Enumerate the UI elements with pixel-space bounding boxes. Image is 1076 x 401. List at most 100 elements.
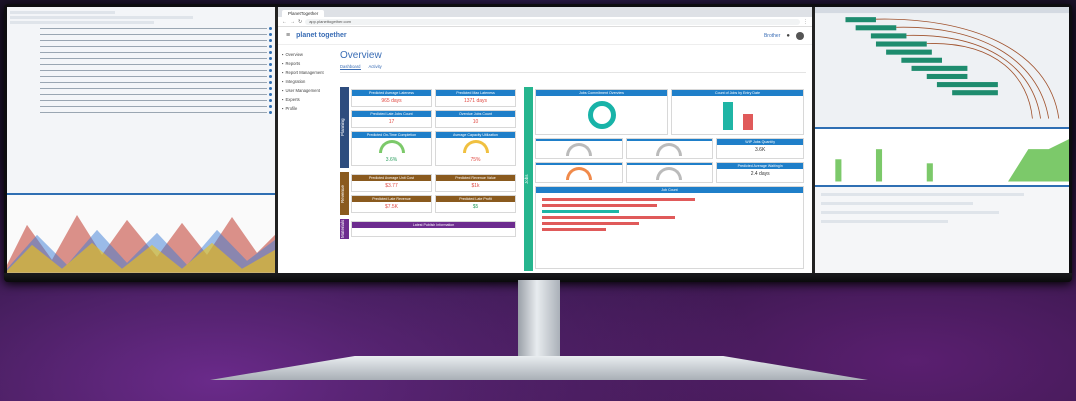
slider[interactable] [40, 105, 272, 108]
user-name[interactable]: Brother [764, 33, 780, 39]
slider[interactable] [40, 75, 272, 78]
url-input[interactable]: app.planettogether.com [305, 18, 800, 25]
slider-settings-panel [7, 7, 275, 194]
jobs-group: Jobs Jobs Commitment Overview Count of J… [524, 87, 806, 271]
page-title: Overview [340, 50, 382, 61]
sidebar-item-experts[interactable]: ▪ Experts [282, 97, 330, 102]
bar [542, 198, 695, 201]
resource-detail-panel [815, 185, 1069, 273]
browser-tab-bar: PlanetTogether [278, 7, 812, 17]
revenue-group: Revenue Predicted Average Unit Cost $3.77… [340, 172, 518, 215]
planning-band: Planning [340, 87, 349, 168]
slider[interactable] [40, 69, 272, 72]
slider[interactable] [40, 57, 272, 60]
right-window-gantt [815, 7, 1069, 273]
slider[interactable] [40, 27, 272, 30]
sidebar-item-profile[interactable]: ▪ Profile [282, 106, 330, 111]
tab-activity[interactable]: Activity [369, 64, 382, 70]
dashboard-main: Overview Dashboard Activity Planning Pre… [334, 45, 812, 273]
kpi-card[interactable]: Predicted Late Jobs Count 17 [351, 110, 432, 128]
bar [542, 222, 639, 225]
dashboard-grid: Planning Predicted Average Lateness 965 d… [340, 87, 806, 271]
bar [542, 210, 619, 213]
browser-window: PlanetTogether ← → ↻ app.planettogether.… [278, 7, 812, 273]
job-count-card[interactable]: Job Count [535, 186, 804, 269]
kpi-card[interactable]: Predicted Average Lateness 965 days [351, 89, 432, 107]
address-bar: ← → ↻ app.planettogether.com ⋮ [278, 17, 812, 27]
publish-info-card[interactable]: Latest Publish Information [351, 221, 516, 237]
left-kpi-column: Planning Predicted Average Lateness 965 d… [340, 87, 518, 271]
browser-tab[interactable]: PlanetTogether [282, 10, 325, 17]
gauge [378, 140, 405, 153]
bell-icon[interactable]: ● [786, 33, 790, 39]
gauge [565, 143, 592, 156]
jobs-overview-card[interactable]: Jobs Commitment Overview [535, 89, 668, 135]
folder-icon: ▪ [282, 70, 284, 75]
reload-icon[interactable]: ↻ [298, 19, 302, 25]
materials-group: Materials Latest Publish Information [340, 219, 518, 239]
slider[interactable] [40, 111, 272, 114]
monitor-stand-neck [518, 280, 560, 362]
kpi-card[interactable]: Predicted Max Lateness 1371 days [435, 89, 516, 107]
kpi-card[interactable] [535, 162, 623, 183]
slider[interactable] [40, 63, 272, 66]
right-kpi-column: Jobs Jobs Commitment Overview Count of J… [524, 87, 806, 271]
profile-icon: ▪ [282, 106, 284, 111]
planning-group: Planning Predicted Average Lateness 965 d… [340, 87, 518, 168]
kpi-card[interactable]: Predicted On-Time Completion 3.6% [351, 131, 432, 166]
slider[interactable] [40, 93, 272, 96]
kpi-card[interactable]: WIP Jobs Quantity 3.6K [716, 138, 804, 159]
slider[interactable] [40, 39, 272, 42]
home-icon: ▪ [282, 52, 284, 57]
bar [542, 204, 657, 207]
materials-band: Materials [340, 219, 349, 239]
kpi-card[interactable] [625, 162, 714, 183]
users-icon: ▪ [282, 88, 284, 93]
kpi-card[interactable] [625, 138, 714, 159]
sidebar: ▪ Overview ▪ Reports ▪ Report Management ▪ I… [278, 45, 334, 273]
monitor-screen: PlanetTogether ← → ↻ app.planettogether.… [7, 7, 1069, 273]
sidebar-item-overview[interactable]: ▪ Overview [282, 52, 330, 57]
sidebar-item-report-management[interactable]: ▪ Report Management [282, 70, 330, 75]
gauge [565, 167, 592, 180]
hamburger-icon[interactable]: ≡ [286, 32, 290, 39]
avatar[interactable] [796, 31, 804, 40]
slider[interactable] [40, 81, 272, 84]
kpi-card[interactable]: Predicted Average Unit Cost $3.77 [351, 174, 432, 192]
app-logo: planet together [296, 32, 347, 39]
slider[interactable] [40, 45, 272, 48]
jobs-band: Jobs [524, 87, 533, 271]
kpi-card[interactable]: Predicted Late Revenue $7.5K [351, 195, 432, 213]
kpi-card[interactable]: Predicted Revenue Value $1k [435, 174, 516, 192]
revenue-band: Revenue [340, 172, 349, 215]
capacity-area-chart [7, 193, 275, 273]
gauge [462, 140, 489, 153]
experts-icon: ▪ [282, 97, 284, 102]
tab-dashboard[interactable]: Dashboard [340, 64, 361, 70]
kpi-card[interactable]: Predicted Late Profit $5 [435, 195, 516, 213]
integration-icon: ▪ [282, 79, 284, 84]
bar [542, 228, 606, 231]
reports-icon: ▪ [282, 61, 284, 66]
slider[interactable] [40, 51, 272, 54]
gantt-chart [815, 7, 1069, 127]
sidebar-item-reports[interactable]: ▪ Reports [282, 61, 330, 66]
sidebar-item-integration[interactable]: ▪ Integration [282, 79, 330, 84]
bar [722, 102, 733, 130]
kpi-card[interactable]: Predicted Average WaitingIn 2.4 days [716, 162, 804, 183]
sidebar-item-user-management[interactable]: ▪ User Management [282, 88, 330, 93]
app-header: ≡ planet together Brother ● [278, 27, 812, 45]
capacity-chart [815, 126, 1069, 186]
slider[interactable] [40, 33, 272, 36]
slider[interactable] [40, 99, 272, 102]
jobs-by-date-card[interactable]: Count of Jobs by Entry Date [671, 89, 804, 135]
slider[interactable] [40, 87, 272, 90]
left-window-sliders [7, 7, 275, 273]
bar [542, 216, 675, 219]
kpi-card[interactable]: Average Capacity Utilization 75% [435, 131, 516, 166]
forward-icon[interactable]: → [290, 19, 295, 25]
kpi-card[interactable] [535, 138, 623, 159]
kpi-card[interactable]: Overdue Jobs Count 10 [435, 110, 516, 128]
back-icon[interactable]: ← [282, 19, 287, 25]
menu-icon[interactable]: ⋮ [803, 19, 808, 25]
